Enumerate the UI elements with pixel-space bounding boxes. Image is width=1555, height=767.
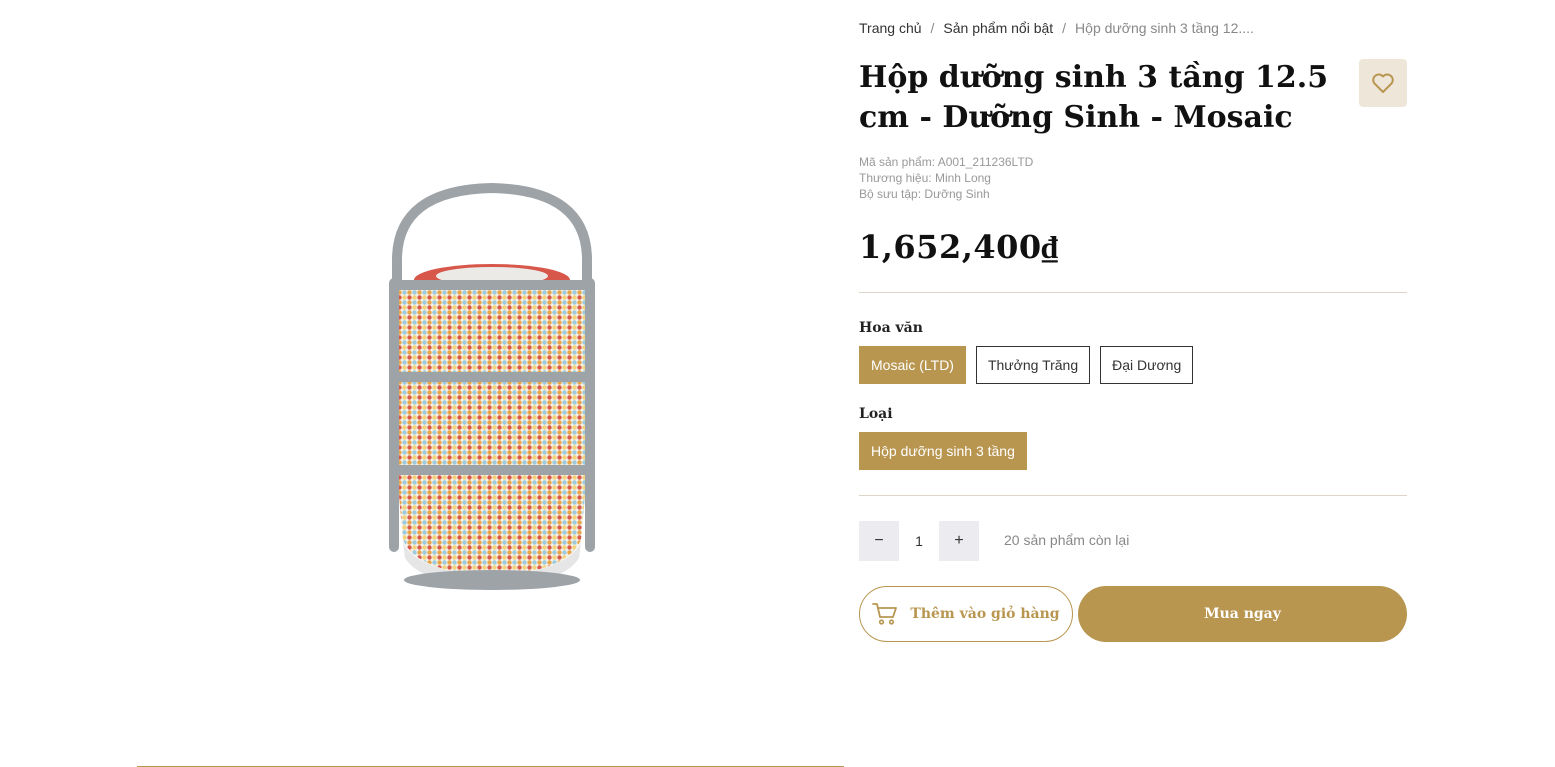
heart-icon (1372, 73, 1394, 93)
buy-now-label: Mua ngay (1204, 606, 1281, 622)
quantity-decrease-button[interactable]: − (859, 521, 899, 561)
add-to-cart-label: Thêm vào giỏ hàng (910, 606, 1060, 622)
divider (859, 495, 1407, 496)
product-title: Hộp dưỡng sinh 3 tầng 12.5 cm - Dưỡng Si… (859, 60, 1329, 135)
breadcrumb-separator: / (930, 20, 935, 36)
product-meta: Mã sản phẩm: A001_211236LTD Thương hiệu:… (859, 154, 1033, 202)
pattern-options: Mosaic (LTD) Thưởng Trăng Đại Dương (859, 346, 1194, 384)
buy-now-button[interactable]: Mua ngay (1078, 586, 1407, 642)
cart-icon (872, 603, 898, 625)
product-gallery (137, 0, 844, 767)
pattern-label: Hoa văn (859, 320, 923, 336)
quantity-increase-button[interactable]: + (939, 521, 979, 561)
divider (859, 292, 1407, 293)
product-collection: Bộ sưu tập: Dưỡng Sinh (859, 187, 990, 201)
product-image[interactable] (367, 180, 617, 600)
stock-remaining: 20 sản phẩm còn lại (1004, 532, 1130, 548)
pattern-option-mosaic[interactable]: Mosaic (LTD) (859, 346, 966, 384)
pattern-option-thuong-trang[interactable]: Thưởng Trăng (975, 346, 1091, 384)
type-options: Hộp dưỡng sinh 3 tầng (859, 432, 1027, 470)
breadcrumb-current: Hộp dưỡng sinh 3 tầng 12.... (1075, 20, 1254, 36)
type-option-3-tier[interactable]: Hộp dưỡng sinh 3 tầng (859, 432, 1027, 470)
product-sku: Mã sản phẩm: A001_211236LTD (859, 155, 1034, 169)
quantity-stepper: − 1 + (859, 521, 979, 561)
pattern-option-dai-duong[interactable]: Đại Dương (1100, 346, 1194, 384)
wishlist-button[interactable] (1359, 59, 1407, 107)
breadcrumb-home[interactable]: Trang chủ (859, 20, 922, 36)
quantity-input[interactable]: 1 (899, 533, 939, 549)
product-brand: Thương hiệu: Minh Long (859, 171, 991, 185)
product-price: 1,652,400₫ (859, 228, 1059, 266)
breadcrumb-separator: / (1062, 20, 1067, 36)
add-to-cart-button[interactable]: Thêm vào giỏ hàng (859, 586, 1073, 642)
breadcrumb: Trang chủ / Sản phẩm nổi bật / Hộp dưỡng sin… (859, 20, 1254, 36)
type-label: Loại (859, 406, 893, 422)
breadcrumb-category[interactable]: Sản phẩm nổi bật (943, 20, 1053, 36)
